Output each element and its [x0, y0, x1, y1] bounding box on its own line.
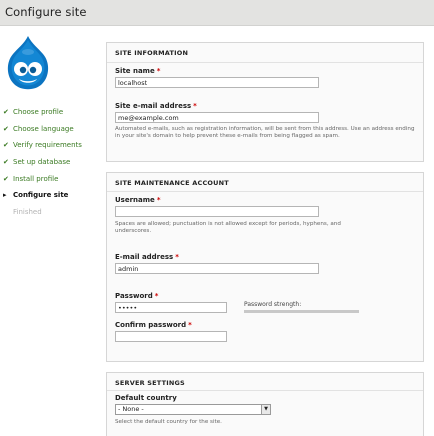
step-finished: Finished — [13, 207, 42, 216]
confirm-password-input[interactable] — [115, 331, 227, 342]
password-input[interactable] — [115, 302, 227, 313]
step-install-profile: ✔ Install profile — [3, 174, 59, 183]
username-label: Username * — [115, 196, 161, 204]
dropdown-arrow-icon[interactable]: ▼ — [261, 405, 270, 414]
account-email-input[interactable] — [115, 263, 319, 274]
default-country-select[interactable]: - None - ▼ — [115, 404, 271, 415]
check-icon: ✔ — [3, 174, 9, 183]
drupal-logo-icon — [4, 34, 52, 92]
confirm-password-label: Confirm password * — [115, 321, 192, 329]
fieldset-legend: SERVER SETTINGS — [115, 379, 185, 387]
server-settings-fieldset: SERVER SETTINGS Default country - None -… — [106, 372, 424, 436]
check-icon: ✔ — [3, 108, 9, 117]
check-icon: ✔ — [3, 124, 9, 133]
required-marker: * — [156, 67, 161, 75]
check-icon: ✔ — [3, 158, 9, 167]
site-email-label: Site e-mail address * — [115, 102, 197, 110]
required-marker: * — [188, 321, 192, 329]
password-strength-bar — [244, 310, 359, 313]
password-label: Password * — [115, 292, 159, 300]
default-country-label: Default country — [115, 394, 177, 402]
step-choose-language: ✔ Choose language — [3, 124, 74, 133]
account-email-label: E-mail address * — [115, 253, 179, 261]
current-step-arrow-icon: ▸ — [3, 191, 7, 200]
required-marker: * — [193, 102, 197, 110]
username-input[interactable] — [115, 206, 319, 217]
site-email-input[interactable] — [115, 112, 319, 123]
default-country-description: Select the default country for the site. — [115, 419, 222, 425]
step-configure-site: ▸ Configure site — [3, 191, 69, 200]
site-name-label: Site name * — [115, 67, 161, 75]
required-marker: * — [154, 292, 159, 300]
check-icon: ✔ — [3, 141, 9, 150]
maintenance-account-fieldset: SITE MAINTENANCE ACCOUNT Username * Space… — [106, 172, 424, 362]
step-choose-profile: ✔ Choose profile — [3, 108, 64, 117]
fieldset-legend: SITE MAINTENANCE ACCOUNT — [115, 179, 229, 187]
step-verify-requirements: ✔ Verify requirements — [3, 141, 82, 150]
page-header: Configure site — [0, 0, 434, 26]
password-strength-label: Password strength: — [244, 301, 302, 308]
site-email-description: Automated e-mails, such as registration … — [115, 126, 415, 140]
page-title: Configure site — [5, 5, 87, 19]
install-steps: ✔ Choose profile ✔ Choose language ✔ Verify… — [3, 104, 82, 220]
required-marker: * — [175, 253, 179, 261]
site-name-input[interactable] — [115, 77, 319, 88]
fieldset-legend: SITE INFORMATION — [115, 49, 189, 57]
step-set-up-database: ✔ Set up database — [3, 158, 71, 167]
required-marker: * — [156, 196, 161, 204]
username-description: Spaces are allowed; punctuation is not a… — [115, 221, 341, 235]
site-information-fieldset: SITE INFORMATION Site name* Site e-mail … — [106, 42, 424, 162]
